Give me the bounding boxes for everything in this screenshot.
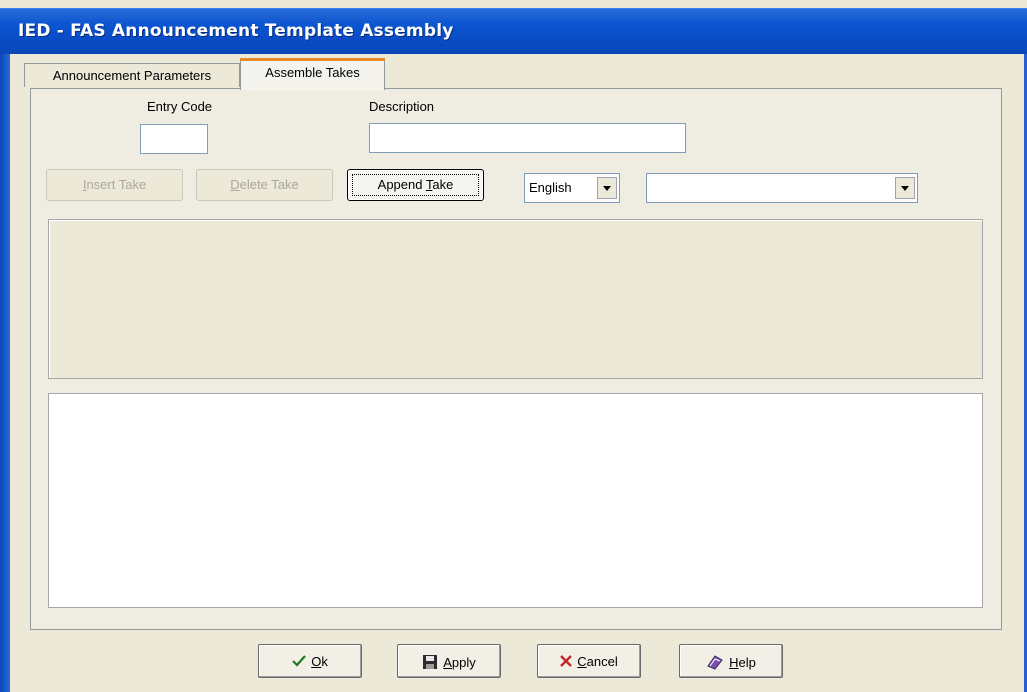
ok-button[interactable]: Ok (258, 644, 362, 678)
delete-take-button[interactable]: Delete Take (196, 169, 333, 201)
description-field[interactable] (369, 123, 686, 153)
tab-label: Assemble Takes (265, 65, 360, 80)
cancel-button[interactable]: Cancel (537, 644, 641, 678)
help-button[interactable]: Help (679, 644, 783, 678)
window-title: IED - FAS Announcement Template Assembly (18, 21, 454, 41)
floppy-disk-icon (422, 654, 438, 673)
apply-button[interactable]: Apply (397, 644, 501, 678)
append-take-button[interactable]: Append Take (347, 169, 484, 201)
insert-take-button[interactable]: Insert Take (46, 169, 183, 201)
take-dropdown[interactable] (646, 173, 918, 203)
chevron-down-icon[interactable] (895, 177, 915, 199)
language-dropdown[interactable]: English (524, 173, 620, 203)
help-book-icon (706, 654, 724, 673)
entry-code-label: Entry Code (147, 99, 213, 114)
dialog-window: IED - FAS Announcement Template Assembly… (0, 0, 1027, 692)
takes-sequence-panel[interactable] (48, 219, 983, 379)
tab-announcement-parameters[interactable]: Announcement Parameters (24, 63, 240, 87)
entry-code-field[interactable] (140, 124, 208, 154)
description-label: Description (369, 99, 435, 114)
chevron-down-icon[interactable] (597, 177, 617, 199)
tab-assemble-takes[interactable]: Assemble Takes (240, 58, 385, 90)
x-icon (560, 655, 573, 670)
check-icon (292, 655, 307, 670)
focus-rectangle (352, 174, 479, 196)
window-left-border (0, 54, 10, 692)
tab-label: Announcement Parameters (52, 68, 212, 83)
language-value: English (529, 180, 572, 195)
title-bar[interactable]: IED - FAS Announcement Template Assembly (0, 8, 1027, 55)
takes-text-area[interactable] (48, 393, 983, 608)
